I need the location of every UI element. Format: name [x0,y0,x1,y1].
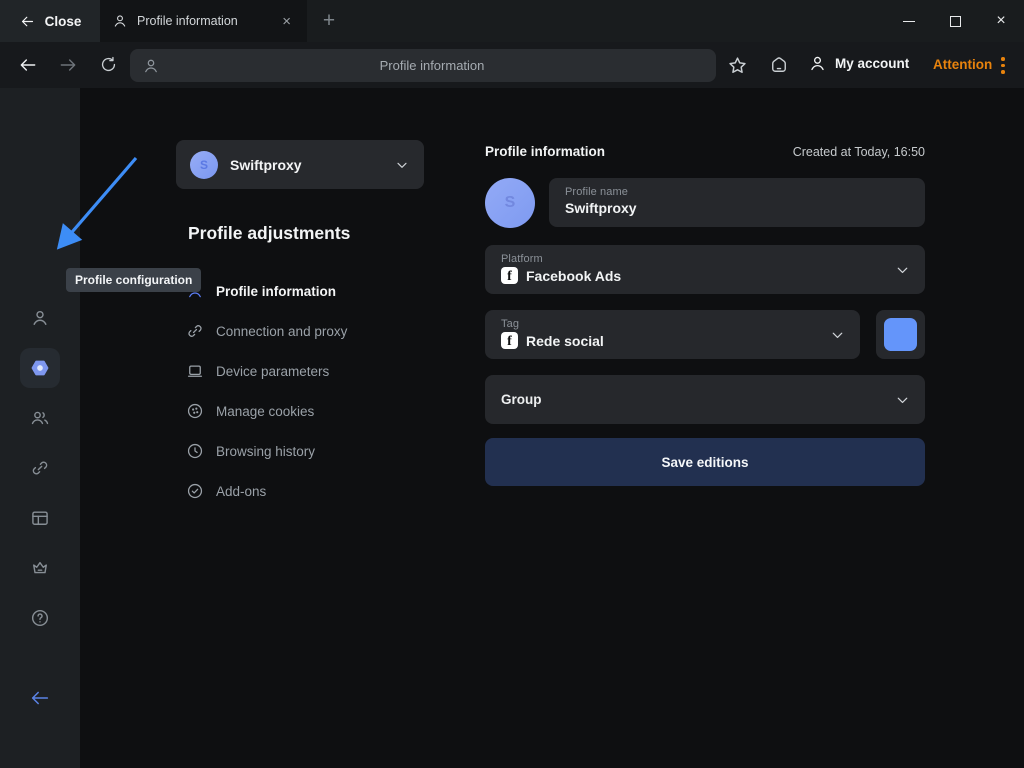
profile-name-label: Profile name [565,186,909,198]
sidebar-item-proxies link-icon[interactable] [30,458,50,478]
created-at-text: Created at Today, 16:50 [793,145,925,159]
platform-select[interactable]: Platform f Facebook Ads [485,245,925,294]
chevron-down-icon [394,157,410,173]
group-select[interactable]: Group [485,375,925,424]
maximize-button[interactable] [932,0,978,42]
nut-icon [29,357,51,379]
chevron-down-icon [894,261,911,278]
tab-close-icon[interactable]: × [278,12,295,31]
tab-title: Profile information [137,14,269,28]
sidebar-item-profiles person-icon[interactable] [30,308,50,328]
group-label: Group [501,392,542,407]
sidebar-item-help help-icon[interactable] [30,608,50,628]
collapse-sidebar-button collapse-arrow-icon[interactable] [29,687,51,709]
person-icon [112,13,128,29]
tag-select[interactable]: Tag f Rede social [485,310,860,359]
my-account-button[interactable]: My account [808,54,909,73]
menu-item-device-parameters[interactable]: Device parameters [186,351,426,391]
back-button[interactable] [18,55,38,75]
sidebar-item-subscription crown-icon[interactable] [30,558,50,578]
tooltip-profile-configuration: Profile configuration [66,268,201,292]
profile-avatar[interactable]: S [485,178,535,228]
sidebar-item-team people-icon[interactable] [30,408,50,428]
sidebar-item-profile-configuration[interactable] [20,348,60,388]
person-icon [142,57,160,75]
forward-button[interactable] [58,55,78,75]
section-title: Profile information [485,144,605,159]
window-controls: × [886,0,1024,42]
menu-item-label: Connection and proxy [216,324,347,339]
profile-name-value: Swiftproxy [565,200,637,216]
reload-button[interactable] [99,55,118,74]
page-title: Profile adjustments [188,223,350,244]
menu-item-label: Add-ons [216,484,266,499]
window-close-icon: × [996,13,1005,29]
form-header: Profile information Created at Today, 16… [485,144,925,159]
profile-selector-dropdown[interactable]: S Swiftproxy [176,140,424,189]
menu-item-browsing-history[interactable]: Browsing history [186,431,426,471]
close-browser-button[interactable]: Close [0,0,100,42]
menu-item-add-ons[interactable]: Add-ons [186,471,426,511]
close-browser-label: Close [45,14,82,29]
tag-label: Tag [501,318,844,330]
check-circle-icon [186,482,204,500]
navigation-bar: Profile information My account Attention [0,42,1024,88]
kebab-menu-icon[interactable] [998,54,1008,77]
menu-item-label: Profile information [216,284,336,299]
menu-item-connection-and-proxy[interactable]: Connection and proxy [186,311,426,351]
menu-item-profile-information[interactable]: Profile information [186,271,426,311]
profile-name-field[interactable]: Profile name Swiftproxy [549,178,925,227]
link-icon [186,322,204,340]
clock-icon [186,442,204,460]
window-close-button[interactable]: × [978,0,1024,42]
left-sidebar [0,88,80,768]
platform-label: Platform [501,253,909,265]
chevron-down-icon [829,326,846,343]
facebook-icon: f [501,267,518,284]
back-arrow-icon [19,13,36,30]
profile-information-form: Profile information Created at Today, 16… [485,144,925,159]
sidebar-item-templates layout-icon[interactable] [30,508,50,528]
laptop-icon [186,362,204,380]
app-window: Close Profile information × + × Profile … [0,0,1024,768]
tag-color-button[interactable] [876,310,925,359]
tag-value: Rede social [526,333,604,349]
platform-value: Facebook Ads [526,268,621,284]
home-button[interactable] [769,55,789,75]
tag-color-swatch [884,318,917,351]
bookmark-star-button[interactable] [727,55,748,76]
menu-item-label: Manage cookies [216,404,314,419]
facebook-icon: f [501,332,518,349]
menu-item-manage-cookies[interactable]: Manage cookies [186,391,426,431]
address-text: Profile information [160,58,704,73]
menu-item-label: Browsing history [216,444,315,459]
person-icon [808,54,827,73]
minimize-icon [903,21,915,22]
cookie-icon [186,402,204,420]
selected-profile-name: Swiftproxy [230,157,382,173]
minimize-button[interactable] [886,0,932,42]
browser-tab[interactable]: Profile information × [100,0,307,42]
maximize-icon [950,16,961,27]
my-account-label: My account [835,56,909,71]
menu-item-label: Device parameters [216,364,329,379]
address-bar[interactable]: Profile information [130,49,716,82]
attention-menu[interactable]: Attention [933,57,992,72]
save-editions-button[interactable]: Save editions [485,438,925,486]
profile-adjustments-menu: Profile information Connection and proxy… [186,271,426,511]
chevron-down-icon [894,391,911,408]
new-tab-button[interactable]: + [307,0,351,42]
tab-bar: Close Profile information × + × [0,0,1024,42]
avatar: S [190,151,218,179]
